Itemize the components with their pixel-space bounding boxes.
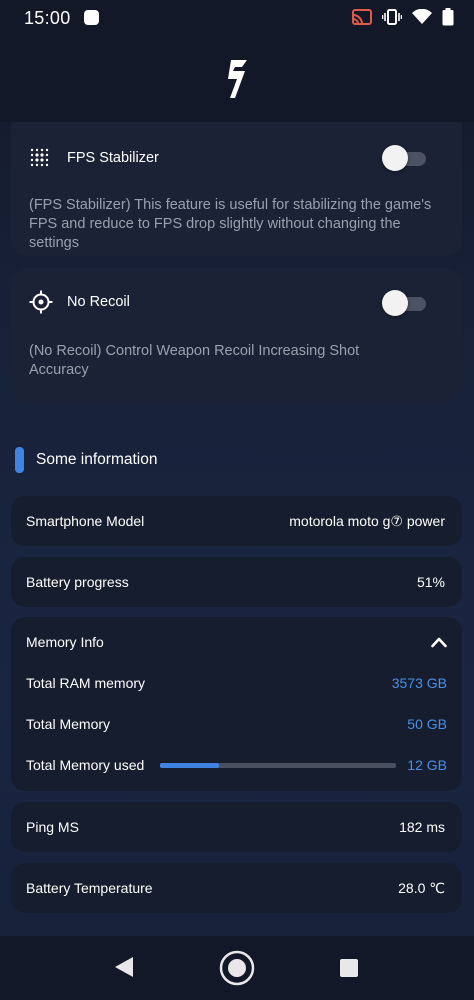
row-label: Smartphone Model — [26, 513, 145, 529]
cast-icon — [352, 9, 372, 25]
total-ram-label: Total RAM memory — [26, 675, 146, 691]
row-value: 182 ms — [399, 819, 445, 835]
ping-row: Ping MS 182 ms — [11, 802, 462, 852]
status-icons — [352, 8, 454, 26]
total-memory-label: Total Memory — [26, 716, 111, 732]
row-value: 51% — [416, 574, 445, 590]
memory-used-label: Total Memory used — [26, 757, 145, 773]
dot-grid-icon — [30, 148, 49, 167]
row-label: Battery Temperature — [26, 880, 153, 896]
wifi-icon — [412, 9, 432, 24]
row-label: Battery progress — [26, 574, 129, 590]
fps-stabilizer-description: (FPS Stabilizer) This feature is useful … — [29, 197, 432, 251]
app-logo-icon — [228, 60, 247, 98]
section-title: Some information — [36, 451, 158, 468]
memory-used-progress-bar — [160, 763, 396, 768]
battery-icon — [442, 8, 454, 26]
status-time: 15:00 — [24, 8, 71, 28]
notification-dot-icon — [84, 10, 99, 25]
crosshair-icon — [29, 290, 53, 314]
total-ram-value: 3573 GB — [391, 675, 447, 691]
row-value: 28.0 ℃ — [398, 880, 445, 896]
battery-progress-row: Battery progress 51% — [11, 557, 462, 607]
home-icon[interactable] — [219, 950, 255, 986]
total-memory-value: 50 GB — [407, 716, 447, 732]
vibrate-icon — [382, 9, 402, 25]
row-value: motorola moto g⑦ power — [289, 513, 445, 529]
row-label: Ping MS — [26, 819, 79, 835]
toggle-knob — [382, 145, 408, 171]
navigation-bar — [0, 936, 474, 1000]
smartphone-model-row: Smartphone Model motorola moto g⑦ power — [11, 496, 462, 546]
toggle-knob — [382, 290, 408, 316]
memory-used-progress-fill — [160, 763, 219, 768]
section-header: Some information — [15, 446, 157, 474]
status-bar: 15:00 — [0, 0, 474, 36]
memory-info-title: Memory Info — [26, 634, 104, 650]
section-accent-bar — [15, 447, 24, 473]
recents-icon[interactable] — [340, 959, 358, 977]
back-icon[interactable] — [114, 956, 134, 978]
app-header — [0, 36, 474, 122]
memory-used-value: 12 GB — [407, 757, 447, 773]
fps-stabilizer-card: FPS Stabilizer (FPS Stabilizer) This fea… — [11, 122, 462, 256]
chevron-up-icon[interactable] — [431, 636, 447, 648]
memory-info-card: Memory Info Total RAM memory 3573 GB Tot… — [11, 617, 462, 791]
no-recoil-card: No Recoil (No Recoil) Control Weapon Rec… — [11, 268, 462, 403]
battery-temperature-row: Battery Temperature 28.0 ℃ — [11, 863, 462, 913]
fps-stabilizer-title: FPS Stabilizer — [67, 150, 159, 166]
fps-stabilizer-toggle[interactable] — [382, 145, 426, 171]
no-recoil-title: No Recoil — [67, 294, 130, 310]
no-recoil-toggle[interactable] — [382, 290, 426, 316]
no-recoil-description: (No Recoil) Control Weapon Recoil Increa… — [29, 343, 360, 378]
